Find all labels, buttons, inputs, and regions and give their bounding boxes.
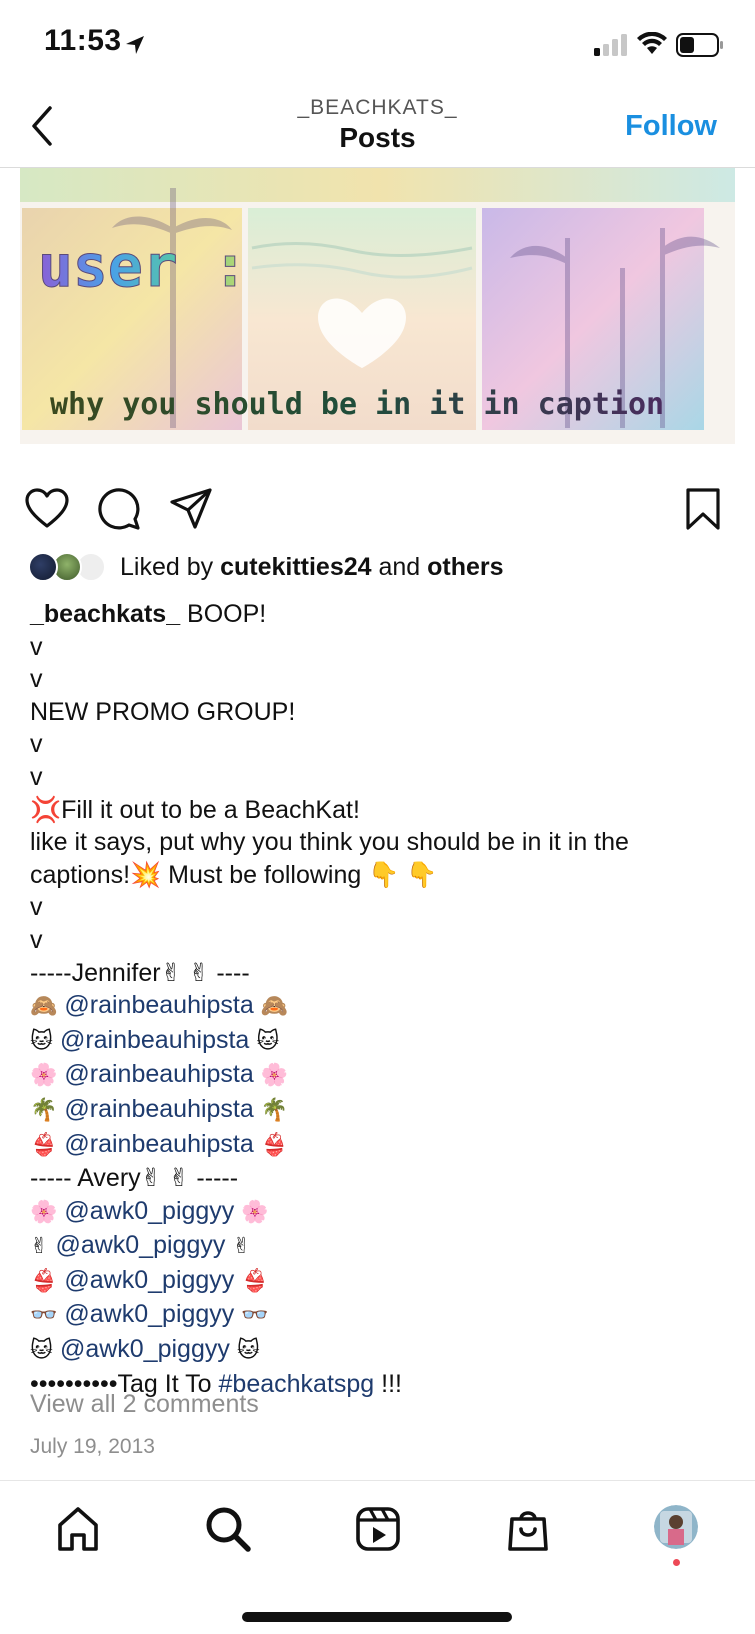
caption-line: captions!💥 Must be following 👇 👇 [30,860,438,889]
mention-link[interactable]: @rainbeauhipsta [64,991,253,1019]
emoji-prefix: 🌴 [30,1097,65,1123]
home-icon[interactable] [54,1505,102,1553]
emoji-prefix: 🌸 [30,1063,65,1089]
emoji-suffix: 🌸 [253,1063,289,1089]
bottom-navigation [0,1480,755,1634]
emoji-suffix: 🌴 [253,1097,289,1123]
likes-text: Liked by cutekitties24 and others [120,553,504,582]
reels-icon[interactable] [354,1505,402,1553]
mention-row: 🌸 @rainbeauhipsta 🌸 [30,1058,730,1093]
caption-line: v [30,665,43,694]
mention-link[interactable]: @rainbeauhipsta [64,1060,253,1088]
wifi-icon [637,32,667,54]
comment-icon[interactable] [96,486,142,532]
mention-row: 🐱 @rainbeauhipsta 🐱 [30,1024,730,1059]
mention-row: 👙 @awk0_piggyy 👙 [30,1264,730,1299]
mention-link[interactable]: @awk0_piggyy [55,1231,225,1259]
top-navigation-bar: _BEACHKATS_ Posts Follow [0,92,755,168]
mention-row: 🌸 @awk0_piggyy 🌸 [30,1195,730,1230]
mention-row: 👙 @rainbeauhipsta 👙 [30,1128,730,1163]
caption-line: -----Jennifer✌ ✌ ---- [30,958,250,987]
liker-avatar [28,552,58,582]
likes-row[interactable]: Liked by cutekitties24 and others [28,548,748,588]
caption-line: v [30,893,43,922]
caption-line: v [30,730,43,759]
image-subtitle: why you should be in it in caption [50,387,664,422]
status-time: 11:53 [44,24,122,57]
likes-others[interactable]: others [427,553,503,581]
profile-avatar[interactable] [654,1505,698,1549]
mention-link[interactable]: @rainbeauhipsta [64,1130,253,1158]
caption-line: NEW PROMO GROUP! [30,697,296,726]
emoji-suffix: 👙 [234,1268,269,1294]
likes-and: and [371,553,428,581]
mention-link[interactable]: @awk0_piggyy [64,1300,234,1328]
emoji-suffix: 👓 [234,1303,269,1329]
search-icon[interactable] [204,1505,252,1553]
follow-button[interactable]: Follow [625,110,717,143]
emoji-prefix: 👙 [30,1132,65,1158]
emoji-prefix: 🐱 [30,1338,60,1364]
shop-icon[interactable] [504,1505,552,1553]
view-comments-link[interactable]: View all 2 comments [30,1390,259,1419]
mention-row: 🌴 @rainbeauhipsta 🌴 [30,1093,730,1128]
caption-username[interactable]: _beachkats_ [30,600,180,628]
share-icon[interactable] [168,486,214,532]
emoji-suffix: 👙 [253,1132,289,1158]
emoji-prefix: 👙 [30,1268,65,1294]
home-indicator[interactable] [242,1612,512,1622]
mention-row: 👓 @awk0_piggyy 👓 [30,1298,730,1333]
heart-icon[interactable] [24,486,70,532]
mention-link[interactable]: @awk0_piggyy [60,1335,230,1363]
bookmark-icon[interactable] [680,486,726,532]
caption-line: like it says, put why you think you shou… [30,828,629,857]
likes-prefix: Liked by [120,553,221,581]
tag-suffix: !!! [374,1369,402,1398]
mention-link[interactable]: @awk0_piggyy [64,1266,234,1294]
image-user-label: user : [38,232,248,300]
status-bar: 11:53 [0,0,755,92]
post-date: July 19, 2013 [30,1435,155,1458]
mention-row: 🙈 @rainbeauhipsta 🙈 [30,989,730,1024]
mention-link[interactable]: @rainbeauhipsta [60,1026,249,1054]
caption-line: v [30,632,43,661]
mention-row: 🐱 @awk0_piggyy 🐱 [30,1333,730,1368]
mention-link[interactable]: @rainbeauhipsta [64,1095,253,1123]
emoji-prefix: ✌ [30,1234,56,1260]
emoji-prefix: 🐱 [30,1028,60,1054]
emoji-suffix: 🌸 [234,1199,269,1225]
emoji-suffix: 🐱 [249,1028,280,1054]
caption-line: v [30,762,43,791]
emoji-suffix: ✌ [225,1234,251,1260]
mention-row: ✌ @awk0_piggyy ✌ [30,1229,730,1264]
liker-username[interactable]: cutekitties24 [220,553,371,581]
caption-line: 💢Fill it out to be a BeachKat! [30,795,360,824]
emoji-prefix: 🌸 [30,1199,65,1225]
caption-line: v [30,925,43,954]
emoji-suffix: 🐱 [229,1338,260,1364]
caption-text: BOOP! [180,600,267,628]
emoji-suffix: 🙈 [253,994,289,1020]
cellular-signal-icon [594,34,627,56]
emoji-prefix: 👓 [30,1303,65,1329]
location-arrow-icon [126,36,144,54]
mention-link[interactable]: @awk0_piggyy [64,1197,234,1225]
post-image[interactable]: user : why you should be in it in captio… [20,168,735,444]
caption-line: ----- Avery✌ ✌ ----- [30,1164,239,1193]
post-caption: _beachkats_ BOOP! v v NEW PROMO GROUP! v v 💢F… [30,598,730,1400]
battery-icon [676,33,723,57]
post-action-bar [0,478,755,538]
caption-first-line: _beachkats_ BOOP! [30,598,730,631]
emoji-prefix: 🙈 [30,994,65,1020]
notification-dot [673,1559,680,1566]
